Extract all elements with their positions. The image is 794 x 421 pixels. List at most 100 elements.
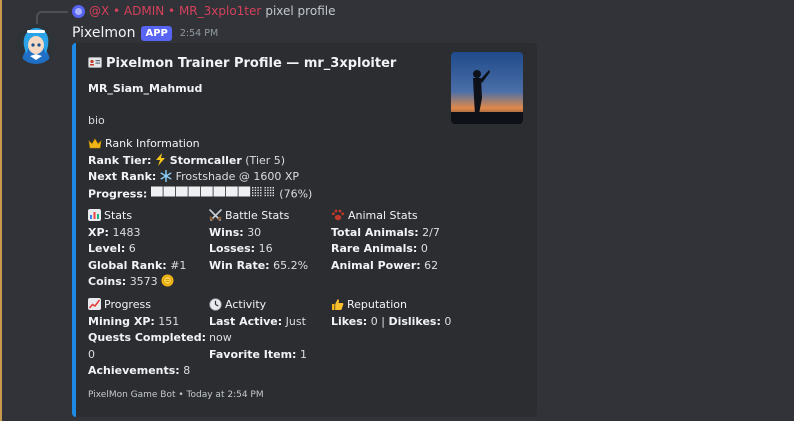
trainer-name: MR_Siam_Mahmud bbox=[88, 82, 203, 95]
progress-cell-empty-dot bbox=[264, 194, 266, 196]
progress-cell-empty-dot bbox=[264, 186, 266, 188]
next-rank-row: Next Rank: Frostshade @ 1600 XP bbox=[88, 169, 300, 183]
embed-title-text: Pixelmon Trainer Profile — mr_3xploiter bbox=[106, 56, 397, 71]
profile-embed: Pixelmon Trainer Profile — mr_3xploiter … bbox=[72, 43, 537, 417]
progress-cell-empty-dot bbox=[269, 194, 272, 196]
reputation-section: Reputation Likes: 0 | Dislikes: 0 bbox=[331, 297, 451, 330]
progress-cell-empty-dot bbox=[254, 189, 256, 191]
progress-cell-filled bbox=[213, 186, 225, 196]
battle-heading: Battle Stats bbox=[209, 208, 308, 225]
progress-cell-empty-dot bbox=[259, 194, 262, 196]
wins-row: Wins: 30 bbox=[209, 225, 262, 239]
animal-power-row: Animal Power: 62 bbox=[331, 258, 439, 272]
progress-cell-empty-dot bbox=[269, 186, 272, 188]
embed-title: Pixelmon Trainer Profile — mr_3xploiter bbox=[88, 56, 396, 71]
last-active-row: Last Active: Just bbox=[209, 314, 306, 328]
rank-progress-row: Progress: (76%) bbox=[88, 186, 388, 203]
progress-cell-empty-dot bbox=[254, 191, 256, 194]
progress-cell-empty-dot bbox=[254, 194, 256, 196]
paw-icon bbox=[331, 209, 345, 223]
progress-cell-filled bbox=[200, 186, 213, 196]
animal-section: Animal Stats Total Animals: 2/7 Rare Ani… bbox=[331, 208, 440, 274]
progress-cell-empty-dot bbox=[259, 191, 262, 194]
progress-cell-filled bbox=[188, 186, 200, 196]
progress-cell-empty-dot bbox=[269, 189, 272, 191]
progress-cell-filled bbox=[163, 186, 175, 196]
window-edge bbox=[0, 0, 2, 421]
progress-heading: Progress bbox=[88, 297, 203, 314]
progress-cell-empty-dot bbox=[264, 191, 266, 194]
progress-cell-empty-dot bbox=[251, 191, 254, 194]
rank-tier-row: Rank Tier: Stormcaller (Tier 5) bbox=[88, 152, 286, 167]
reply-reference[interactable]: @X • ADMIN • MR_3xplo1ter pixel profile bbox=[72, 3, 335, 19]
progress-cell-filled bbox=[238, 186, 250, 196]
reply-spine bbox=[36, 11, 68, 25]
progress-cell-empty-dot bbox=[266, 194, 269, 196]
progress-cell-empty-dot bbox=[272, 191, 274, 194]
activity-heading: Activity bbox=[209, 297, 324, 314]
bar-chart-icon bbox=[88, 209, 101, 223]
app-badge: APP bbox=[141, 25, 172, 41]
lightning-icon bbox=[155, 152, 170, 167]
progress-cell-empty-dot bbox=[272, 189, 274, 191]
embed-footer: PixelMon Game Bot • Today at 2:54 PM bbox=[88, 390, 264, 400]
favorite-item-row: Favorite Item: 1 bbox=[209, 347, 307, 361]
progress-cell-empty-dot bbox=[251, 194, 254, 196]
animal-heading: Animal Stats bbox=[331, 208, 440, 225]
reply-avatar[interactable] bbox=[72, 4, 85, 18]
stats-heading: Stats bbox=[88, 208, 186, 225]
progress-cell-empty-dot bbox=[257, 189, 259, 191]
message-header: Pixelmon APP 2:54 PM bbox=[72, 24, 218, 42]
level-row: Level: 6 bbox=[88, 242, 136, 255]
quests-completed-value: 0 bbox=[88, 347, 95, 361]
progress-cell-empty-dot bbox=[257, 186, 259, 188]
progress-cell-empty-dot bbox=[266, 189, 269, 191]
progress-cell-empty-dot bbox=[257, 194, 259, 196]
rank-progress-bar bbox=[150, 186, 276, 203]
coin-icon bbox=[161, 274, 174, 288]
achievements-row: Achievements: 8 bbox=[88, 364, 191, 377]
progress-cell-empty-dot bbox=[272, 194, 274, 196]
progress-cell-empty-dot bbox=[251, 186, 254, 188]
rank-section: Rank Information Rank Tier: Stormcaller … bbox=[88, 136, 388, 202]
reply-text[interactable]: pixel profile bbox=[265, 4, 335, 18]
avatar[interactable] bbox=[16, 24, 56, 64]
progress-cell-empty-dot bbox=[259, 186, 262, 188]
losses-row: Losses: 16 bbox=[209, 242, 273, 255]
quests-completed-row: Quests Completed: bbox=[88, 331, 207, 344]
message-timestamp[interactable]: 2:54 PM bbox=[180, 28, 218, 39]
author-name[interactable]: Pixelmon bbox=[72, 25, 135, 41]
progress-cell-empty-dot bbox=[269, 191, 272, 194]
progress-cell-filled bbox=[175, 186, 188, 196]
progress-cell-empty-dot bbox=[254, 186, 256, 188]
reply-username[interactable]: @X • ADMIN • MR_3xplo1ter bbox=[89, 4, 261, 18]
xp-row: XP: 1483 bbox=[88, 225, 141, 239]
progress-cell-empty-dot bbox=[272, 186, 274, 188]
progress-cell-empty-dot bbox=[257, 191, 259, 194]
progress-section: Progress Mining XP: 151 Quests Completed… bbox=[88, 297, 207, 380]
progress-cell-empty-dot bbox=[264, 189, 266, 191]
global-rank-row: Global Rank: #1 bbox=[88, 258, 187, 272]
last-active-value: now bbox=[209, 331, 232, 344]
progress-cell-empty-dot bbox=[259, 189, 262, 191]
progress-cell-empty-dot bbox=[251, 189, 254, 191]
crown-icon bbox=[88, 138, 102, 151]
progress-cell-filled bbox=[150, 186, 163, 196]
battle-section: Battle Stats Wins: 30 Losses: 16 Win Rat… bbox=[209, 208, 308, 274]
activity-section: Activity Last Active: Just now Favorite … bbox=[209, 297, 324, 363]
crossed-swords-icon bbox=[209, 208, 222, 224]
stats-section: Stats XP: 1483 Level: 6 Global Rank: #1 … bbox=[88, 208, 186, 291]
total-animals-row: Total Animals: 2/7 bbox=[331, 225, 440, 239]
id-card-icon bbox=[88, 57, 102, 70]
thumbs-up-icon bbox=[331, 298, 344, 313]
snowflake-icon bbox=[160, 169, 176, 183]
likes-dislikes-row: Likes: 0 | Dislikes: 0 bbox=[331, 314, 452, 328]
mining-xp-row: Mining XP: 151 bbox=[88, 314, 180, 328]
rank-heading: Rank Information bbox=[88, 136, 388, 153]
reputation-heading: Reputation bbox=[331, 297, 451, 314]
profile-thumbnail[interactable] bbox=[451, 52, 523, 124]
progress-cell-filled bbox=[225, 186, 238, 196]
trainer-bio: bio bbox=[88, 114, 105, 127]
progress-cell-empty-dot bbox=[266, 186, 269, 188]
coins-row: Coins: 3573 bbox=[88, 274, 186, 291]
